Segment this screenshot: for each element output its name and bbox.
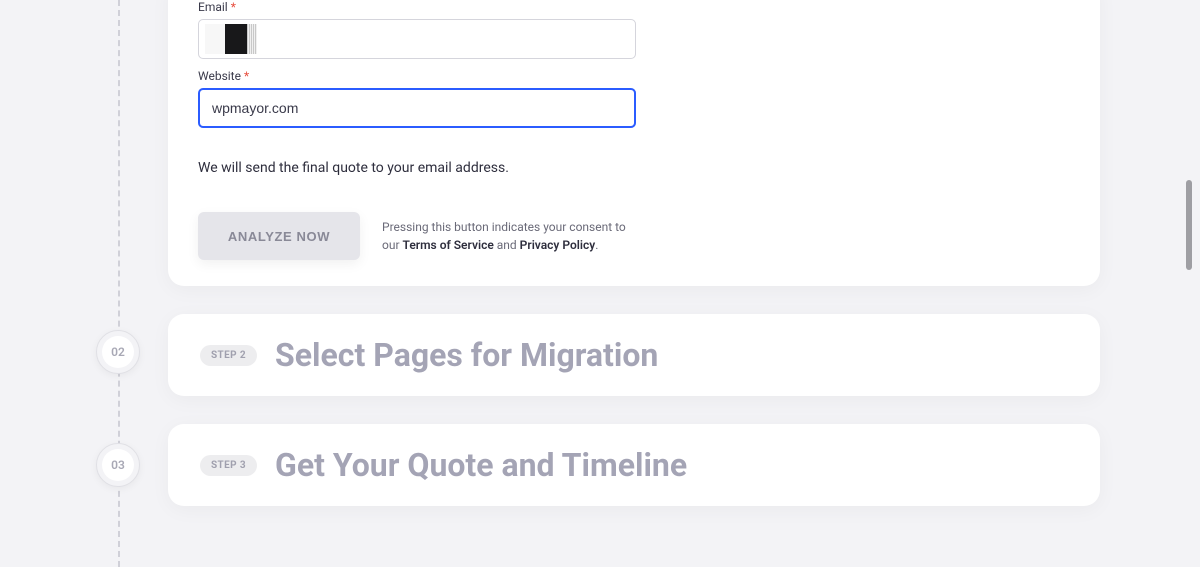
consent-text: Pressing this button indicates your cons… [382,218,642,254]
step-marker-03: 03 [96,443,140,487]
website-label: Website * [198,69,1070,83]
website-label-text: Website [198,69,241,83]
step-2-badge: STEP 2 [200,345,257,366]
helper-text: We will send the final quote to your ema… [198,160,1070,176]
step-3-badge: STEP 3 [200,455,257,476]
required-asterisk: * [244,69,249,83]
privacy-policy-link[interactable]: Privacy Policy [520,238,596,252]
email-redaction-graphic [205,24,257,54]
step-3-title: Get Your Quote and Timeline [275,446,687,484]
step-marker-02: 02 [96,330,140,374]
website-input[interactable] [198,88,636,128]
scrollbar-thumb[interactable] [1186,180,1192,270]
step-marker-number: 02 [102,336,134,368]
step-2-card[interactable]: STEP 2 Select Pages for Migration [168,314,1100,396]
required-asterisk: * [231,0,236,14]
email-field[interactable] [198,19,636,59]
form-card: Email * Website * We will send the final… [168,0,1100,286]
action-row: ANALYZE NOW Pressing this button indicat… [198,212,1070,260]
consent-suffix: . [595,238,598,252]
step-marker-number: 03 [102,449,134,481]
terms-of-service-link[interactable]: Terms of Service [403,238,494,252]
consent-middle: and [494,238,520,252]
email-label: Email * [198,0,1070,14]
step-2-title: Select Pages for Migration [275,336,658,374]
step-3-card[interactable]: STEP 3 Get Your Quote and Timeline [168,424,1100,506]
email-label-text: Email [198,0,228,14]
analyze-button[interactable]: ANALYZE NOW [198,212,360,260]
